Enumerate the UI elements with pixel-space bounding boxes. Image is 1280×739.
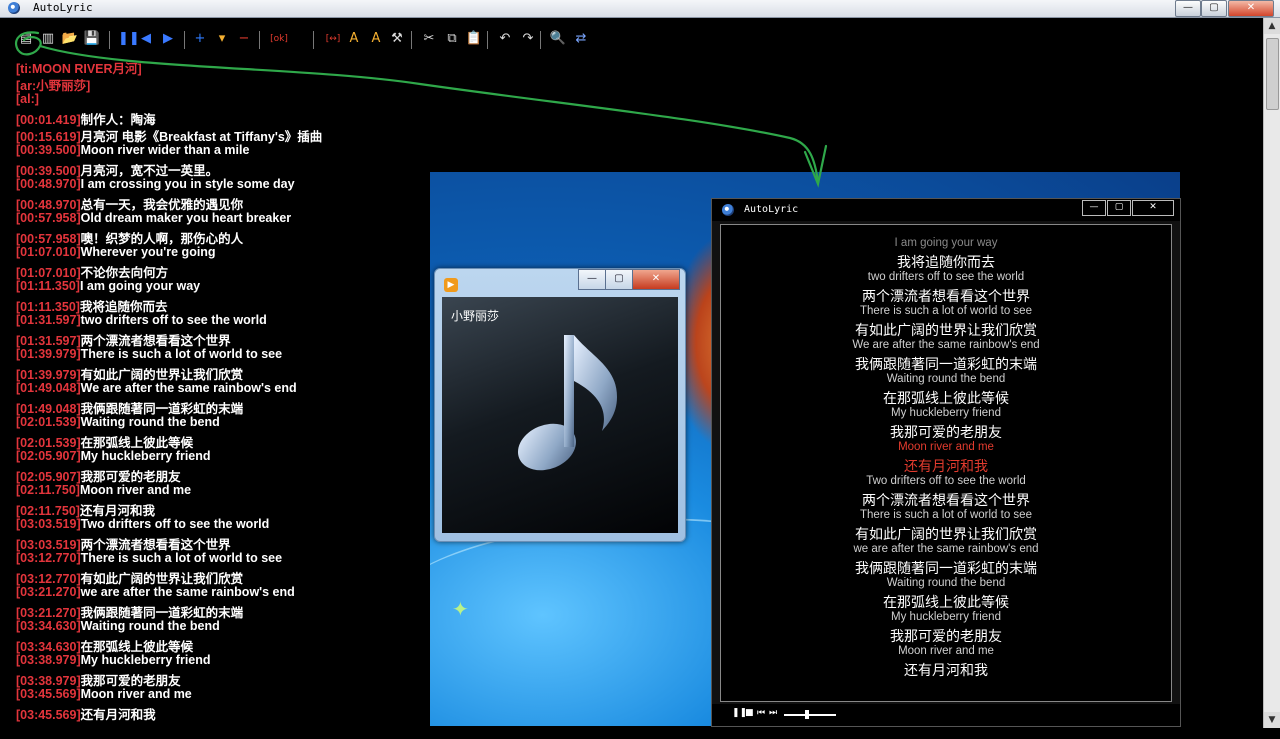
- annotation-arrow: [14, 31, 828, 188]
